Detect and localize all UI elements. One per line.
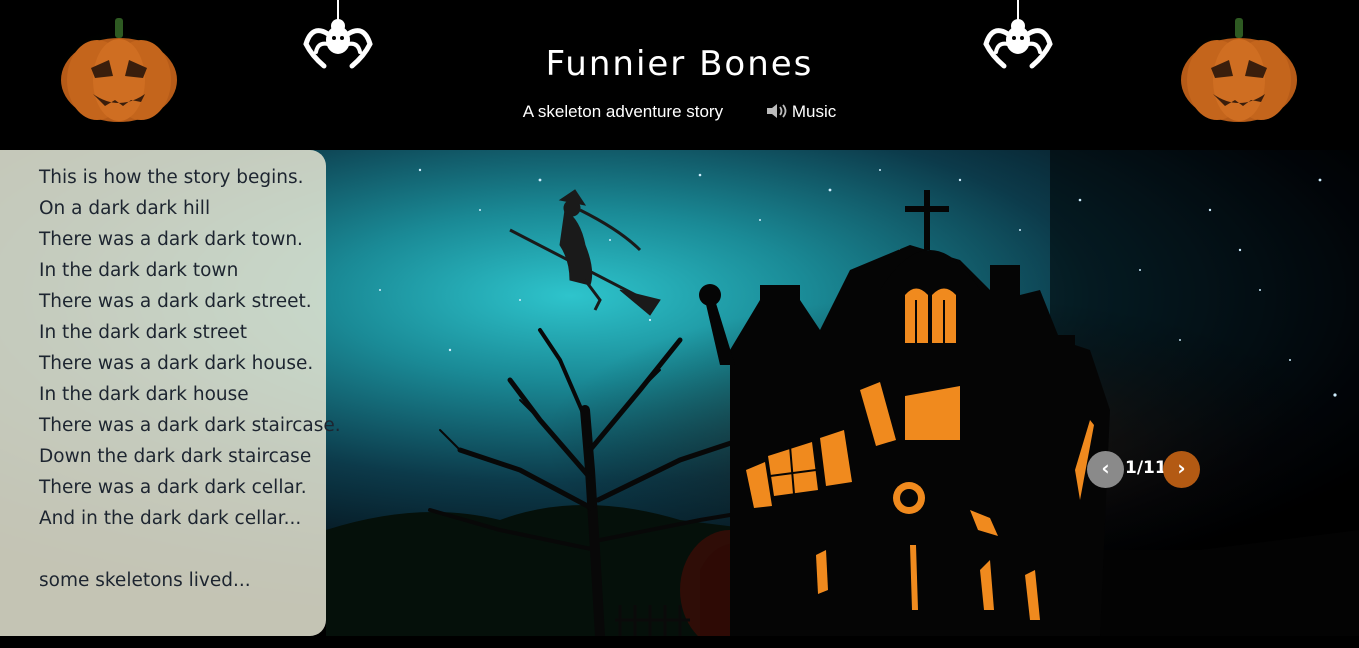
story-line: And in the dark dark cellar... — [39, 508, 302, 529]
story-line: Down the dark dark staircase — [39, 446, 312, 467]
page-title: Funnier Bones — [545, 44, 814, 84]
story-line: There was a dark dark staircase. — [39, 415, 341, 436]
story-line: some skeletons lived... — [39, 570, 251, 591]
previous-slide-button[interactable]: ‹ — [1087, 451, 1124, 488]
speaker-icon — [766, 104, 787, 118]
story-page: Funnier Bones A skeleton adventure story… — [0, 0, 1359, 648]
story-line: On a dark dark hill — [39, 198, 211, 219]
music-label: Music — [791, 102, 837, 121]
story-line: In the dark dark house — [39, 384, 249, 405]
story-line: There was a dark dark street. — [39, 291, 312, 312]
header: Funnier Bones A skeleton adventure story… — [0, 0, 1359, 150]
chevron-left-icon: ‹ — [1101, 456, 1110, 480]
chevron-right-icon: › — [1177, 456, 1186, 480]
story-gap — [39, 534, 326, 565]
slide-counter: 1/11 — [1125, 458, 1167, 478]
story-text-panel: This is how the story begins. On a dark … — [0, 150, 341, 636]
jack-o-lantern-icon — [1177, 18, 1301, 126]
story-line: In the dark dark street — [39, 322, 247, 343]
story-line: There was a dark dark cellar. — [39, 477, 307, 498]
story-line: In the dark dark town — [39, 260, 239, 281]
story-line: There was a dark dark house. — [39, 353, 314, 374]
music-button[interactable]: Music — [766, 102, 836, 122]
spider-icon — [983, 0, 1053, 69]
next-slide-button[interactable]: › — [1163, 451, 1200, 488]
story-slide: This is how the story begins. On a dark … — [0, 150, 1359, 636]
page-subtitle: A skeleton adventure story — [522, 102, 724, 121]
story-line: This is how the story begins. — [39, 167, 304, 188]
subtitle-row: A skeleton adventure story Music — [0, 102, 1359, 122]
story-line: There was a dark dark town. — [39, 229, 303, 250]
